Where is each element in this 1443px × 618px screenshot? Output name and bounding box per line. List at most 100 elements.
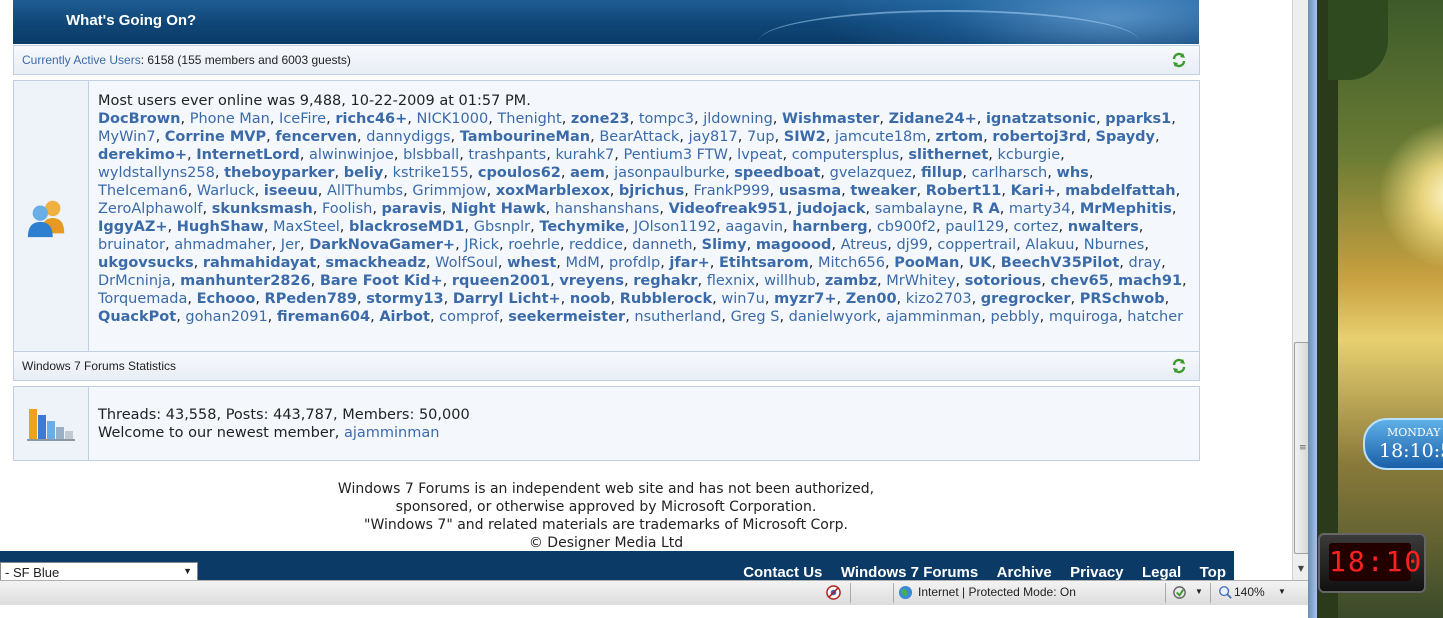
active-user-link[interactable]: judojack [797, 201, 866, 217]
active-user-link[interactable]: aagavin [725, 219, 783, 235]
active-user-link[interactable]: jamcute18m [835, 129, 926, 145]
active-user-link[interactable]: Techymike [539, 219, 624, 235]
active-user-link[interactable]: jasonpaulburke [614, 165, 725, 181]
active-user-link[interactable]: Warluck [197, 183, 255, 199]
active-user-link[interactable]: nsutherland [634, 309, 721, 325]
active-user-link[interactable]: UK [969, 255, 992, 271]
top-link[interactable]: Top [1200, 564, 1226, 580]
active-user-link[interactable]: zrtom [936, 129, 984, 145]
active-user-link[interactable]: PRSchwob [1080, 291, 1165, 307]
active-user-link[interactable]: fireman604 [277, 309, 370, 325]
active-user-link[interactable]: Zidane24+ [889, 111, 977, 127]
active-user-link[interactable]: Jer [281, 237, 300, 253]
active-user-link[interactable]: hatcher [1127, 309, 1183, 325]
active-user-link[interactable]: roehrle [508, 237, 560, 253]
active-user-link[interactable]: JOlson1192 [634, 219, 716, 235]
active-user-link[interactable]: MyWin7 [98, 129, 156, 145]
active-user-link[interactable]: Zen00 [846, 291, 897, 307]
active-user-link[interactable]: speedboat [734, 165, 820, 181]
active-user-link[interactable]: Bare Foot Kid+ [320, 273, 443, 289]
active-user-link[interactable]: sambalayne [875, 201, 963, 217]
active-user-link[interactable]: pebbly [991, 309, 1040, 325]
active-user-link[interactable]: myzr7+ [774, 291, 836, 307]
active-user-link[interactable]: Greg S [731, 309, 780, 325]
active-user-link[interactable]: theboyparker [224, 165, 334, 181]
active-user-link[interactable]: kstrike155 [393, 165, 469, 181]
active-user-link[interactable]: Darryl Licht+ [453, 291, 561, 307]
active-user-link[interactable]: robertoj3rd [992, 129, 1086, 145]
legal-link[interactable]: Legal [1142, 564, 1181, 580]
active-user-link[interactable]: Echooo [197, 291, 256, 307]
active-user-link[interactable]: TheIceman6 [98, 183, 188, 199]
active-user-link[interactable]: SIW2 [784, 129, 826, 145]
active-user-link[interactable]: Pentium3 FTW [623, 147, 727, 163]
active-user-link[interactable]: Phone Man [190, 111, 270, 127]
active-user-link[interactable]: Corrine MVP [165, 129, 266, 145]
active-user-link[interactable]: danielwyork [789, 309, 877, 325]
active-user-link[interactable]: ahmadmaher [174, 237, 271, 253]
vertical-scrollbar[interactable]: ≡ ▼ [1292, 0, 1309, 580]
active-user-link[interactable]: whs [1056, 165, 1088, 181]
active-user-link[interactable]: jfar+ [669, 255, 709, 271]
active-user-link[interactable]: bruinator [98, 237, 165, 253]
active-user-link[interactable]: noob [570, 291, 611, 307]
active-user-link[interactable]: WolfSoul [435, 255, 498, 271]
active-user-link[interactable]: reddice [569, 237, 623, 253]
privacy-link[interactable]: Privacy [1070, 564, 1123, 580]
active-user-link[interactable]: FrankP999 [693, 183, 769, 199]
active-user-link[interactable]: 7up [747, 129, 775, 145]
active-user-link[interactable]: Airbot [379, 309, 430, 325]
active-user-link[interactable]: NICK1000 [417, 111, 489, 127]
active-user-link[interactable]: gvelazquez [830, 165, 912, 181]
scroll-down-arrow-icon[interactable]: ▼ [1294, 564, 1308, 578]
active-user-link[interactable]: MdM [565, 255, 599, 271]
active-user-link[interactable]: Thenight [497, 111, 561, 127]
active-user-link[interactable]: coppertrail [937, 237, 1016, 253]
active-user-link[interactable]: beliy [344, 165, 384, 181]
active-user-link[interactable]: xoxMarblexox [496, 183, 610, 199]
active-user-link[interactable]: richc46+ [335, 111, 407, 127]
active-user-link[interactable]: tweaker [850, 183, 916, 199]
active-user-link[interactable]: mquiroga [1049, 309, 1118, 325]
active-user-link[interactable]: chev65 [1050, 273, 1108, 289]
active-user-link[interactable]: willhub [764, 273, 816, 289]
contact-us-link[interactable]: Contact Us [743, 564, 822, 580]
active-user-link[interactable]: Etihtsarom [719, 255, 809, 271]
active-user-link[interactable]: R A [972, 201, 999, 217]
style-chooser-select[interactable]: - SF Blue ▼ [0, 562, 198, 580]
active-user-link[interactable]: JRick [464, 237, 499, 253]
active-user-link[interactable]: slithernet [908, 147, 988, 163]
active-user-link[interactable]: gohan2091 [185, 309, 267, 325]
active-user-link[interactable]: rqueen2001 [452, 273, 550, 289]
active-user-link[interactable]: Torquemada [98, 291, 187, 307]
zoom-level[interactable]: 140% [1234, 585, 1265, 599]
active-user-link[interactable]: HughShaw [177, 219, 264, 235]
active-user-link[interactable]: pparks1 [1105, 111, 1171, 127]
refresh-icon[interactable] [1171, 358, 1187, 374]
active-user-link[interactable]: Slimy [702, 237, 747, 253]
active-user-link[interactable]: seekermeister [508, 309, 625, 325]
active-user-link[interactable]: DocBrown [98, 111, 180, 127]
active-user-link[interactable]: zambz [825, 273, 877, 289]
active-user-link[interactable]: aem [570, 165, 605, 181]
chevron-down-icon[interactable]: ▼ [1278, 587, 1286, 596]
active-user-link[interactable]: whest [507, 255, 556, 271]
active-user-link[interactable]: Spaydy [1096, 129, 1155, 145]
active-user-link[interactable]: blackroseMD1 [349, 219, 465, 235]
active-user-link[interactable]: paul129 [945, 219, 1004, 235]
active-user-link[interactable]: iseeuu [264, 183, 318, 199]
security-zone-status[interactable]: Internet | Protected Mode: On [918, 585, 1076, 599]
active-user-link[interactable]: magoood [756, 237, 832, 253]
currently-active-users-link[interactable]: Currently Active Users [22, 53, 141, 67]
active-user-link[interactable]: tompc3 [639, 111, 694, 127]
active-user-link[interactable]: mabdelfattah [1065, 183, 1176, 199]
active-user-link[interactable]: ajamminman [886, 309, 981, 325]
protected-mode-icon[interactable] [1172, 585, 1187, 600]
active-user-link[interactable]: paravis [382, 201, 442, 217]
active-user-link[interactable]: Kari+ [1011, 183, 1056, 199]
active-user-link[interactable]: IggyAZ+ [98, 219, 168, 235]
active-user-link[interactable]: IceFire [279, 111, 326, 127]
chevron-down-icon[interactable]: ▼ [1195, 587, 1203, 596]
active-user-link[interactable]: derekimo+ [98, 147, 187, 163]
active-user-link[interactable]: computersplus [792, 147, 899, 163]
